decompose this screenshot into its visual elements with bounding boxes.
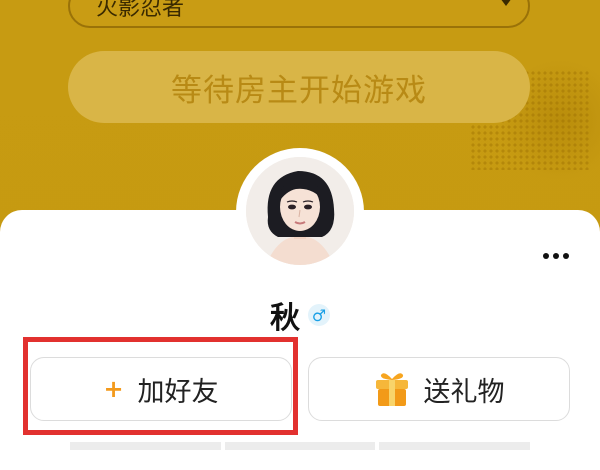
nickname: 秋 <box>270 301 300 336</box>
send-gift-label: 送礼物 <box>423 376 505 408</box>
game-select-value: 火影忍者 <box>96 0 185 21</box>
male-gender-icon: ♂ <box>308 304 330 326</box>
highlight-annotation-box <box>23 337 298 435</box>
nickname-row: 秋 ♂ <box>0 294 600 336</box>
bottom-tab-strip <box>70 442 531 450</box>
tab-segment <box>379 442 531 450</box>
avatar[interactable] <box>246 157 354 265</box>
tab-segment <box>70 442 221 450</box>
tab-segment <box>224 442 376 450</box>
more-options-icon[interactable] <box>536 244 576 268</box>
wait-for-host-button[interactable]: 等待房主开始游戏 <box>68 51 530 123</box>
game-select-dropdown[interactable]: 火影忍者 <box>68 0 530 28</box>
chevron-down-icon <box>500 0 512 6</box>
more-dot <box>543 253 549 259</box>
more-dot <box>563 253 569 259</box>
wait-for-host-label: 等待房主开始游戏 <box>171 72 427 109</box>
send-gift-button[interactable]: 送礼物 <box>308 357 570 421</box>
avatar-illustration <box>246 157 354 265</box>
gift-icon <box>375 373 408 406</box>
more-dot <box>553 253 559 259</box>
